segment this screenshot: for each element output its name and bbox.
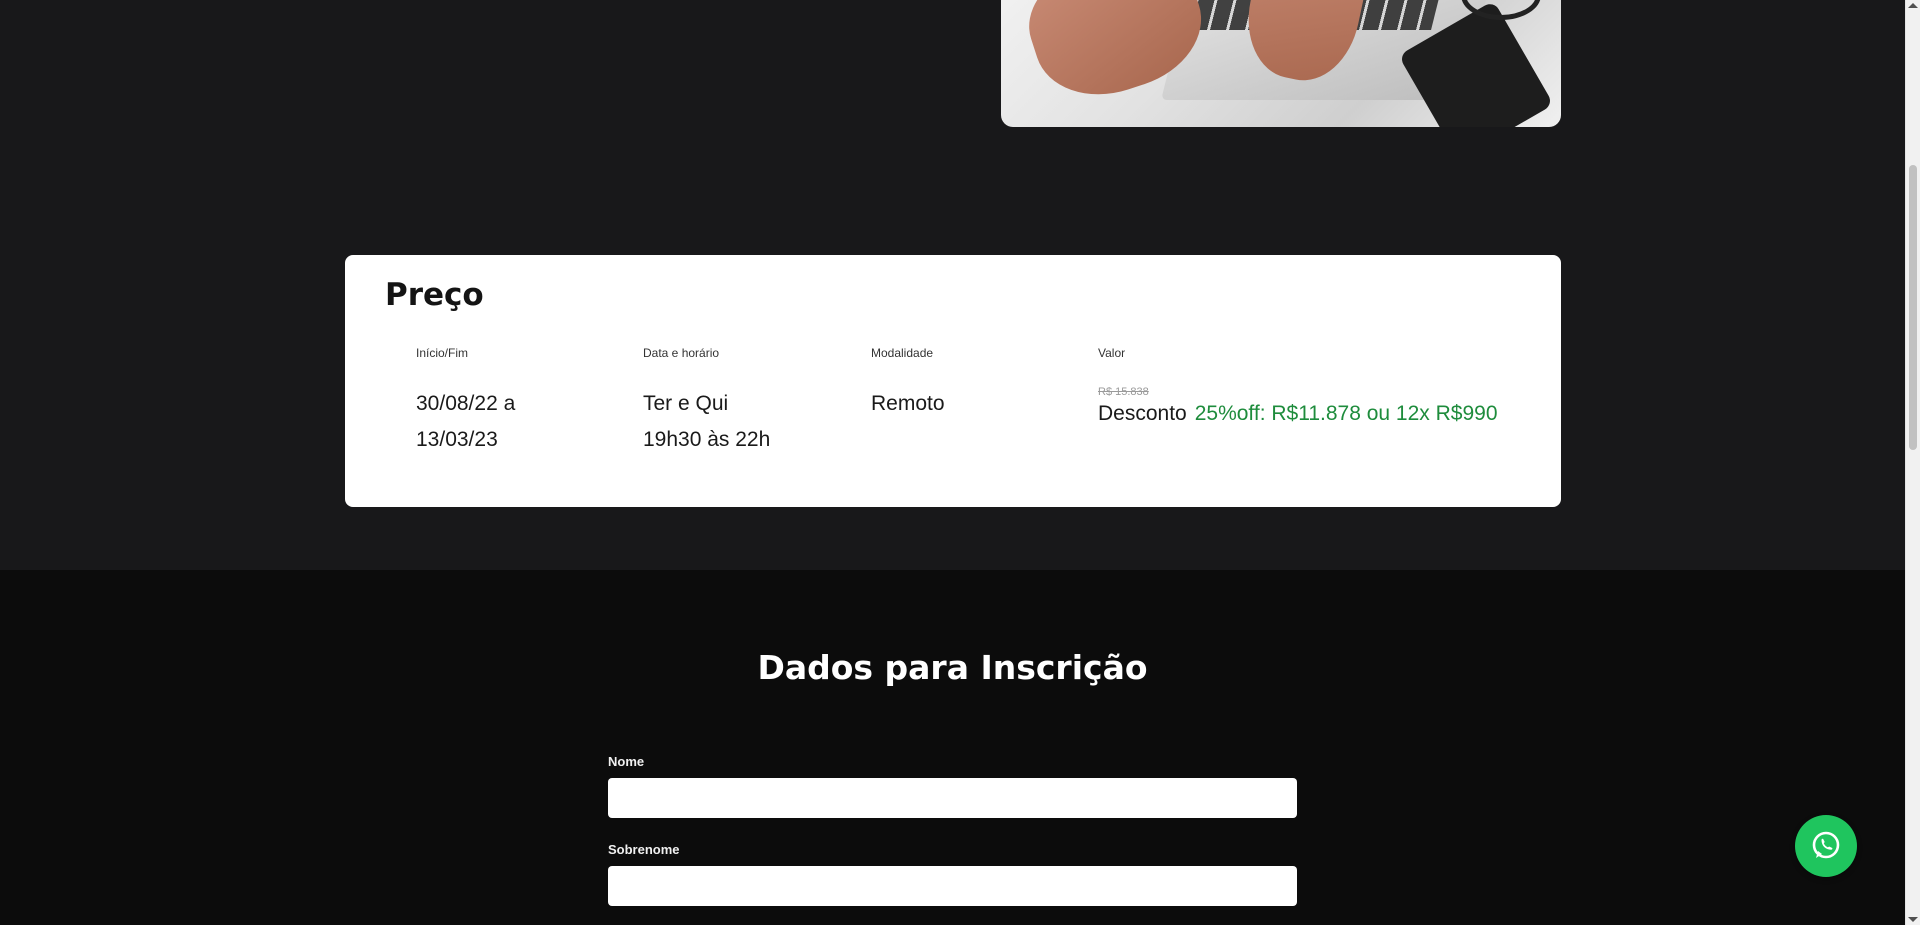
schedule-label: Data e horário (643, 346, 720, 360)
modality-column: Modalidade Remoto (871, 346, 945, 422)
value-label: Valor (1098, 346, 1126, 360)
scroll-up-icon[interactable] (1908, 3, 1918, 8)
last-name-label: Sobrenome (608, 842, 680, 857)
whatsapp-button[interactable] (1795, 815, 1857, 877)
whatsapp-icon (1812, 831, 1840, 859)
schedule-column: Data e horário Ter e Qui 19h30 às 22h (643, 346, 770, 458)
modality-value: Remoto (871, 392, 945, 415)
price-card: Preço Início/Fim 30/08/22 a 13/03/23 Dat… (345, 255, 1561, 507)
old-price: R$ 15.838 (1098, 386, 1149, 398)
registration-section: Dados para Inscrição Nome Sobrenome (0, 570, 1905, 925)
period-start: 30/08/22 a (416, 392, 516, 415)
course-section: Preço Início/Fim 30/08/22 a 13/03/23 Dat… (0, 0, 1905, 570)
period-end: 13/03/23 (416, 428, 498, 451)
scroll-thumb[interactable] (1909, 165, 1917, 450)
modality-label: Modalidade (871, 346, 934, 360)
hero-image (1001, 0, 1561, 127)
price-title: Preço (385, 277, 484, 313)
discount-row: Desconto 25%off: R$11.878 ou 12x R$990 (1098, 402, 1498, 426)
schedule-days: Ter e Qui (643, 392, 729, 415)
discount-label: Desconto (1098, 402, 1187, 425)
schedule-hours: 19h30 às 22h (643, 428, 771, 451)
scroll-down-icon[interactable] (1908, 917, 1918, 922)
registration-title: Dados para Inscrição (757, 648, 1148, 687)
first-name-label: Nome (608, 754, 645, 769)
last-name-input[interactable] (608, 866, 1297, 906)
period-label: Início/Fim (416, 346, 469, 360)
period-column: Início/Fim 30/08/22 a 13/03/23 (416, 346, 515, 458)
first-name-input[interactable] (608, 778, 1297, 818)
value-column: Valor R$ 15.838 Desconto 25%off: R$11.87… (1098, 346, 1498, 426)
page: Preço Início/Fim 30/08/22 a 13/03/23 Dat… (0, 0, 1920, 925)
scrollbar[interactable] (1905, 0, 1920, 925)
discount-value: 25%off: R$11.878 ou 12x R$990 (1194, 402, 1498, 425)
